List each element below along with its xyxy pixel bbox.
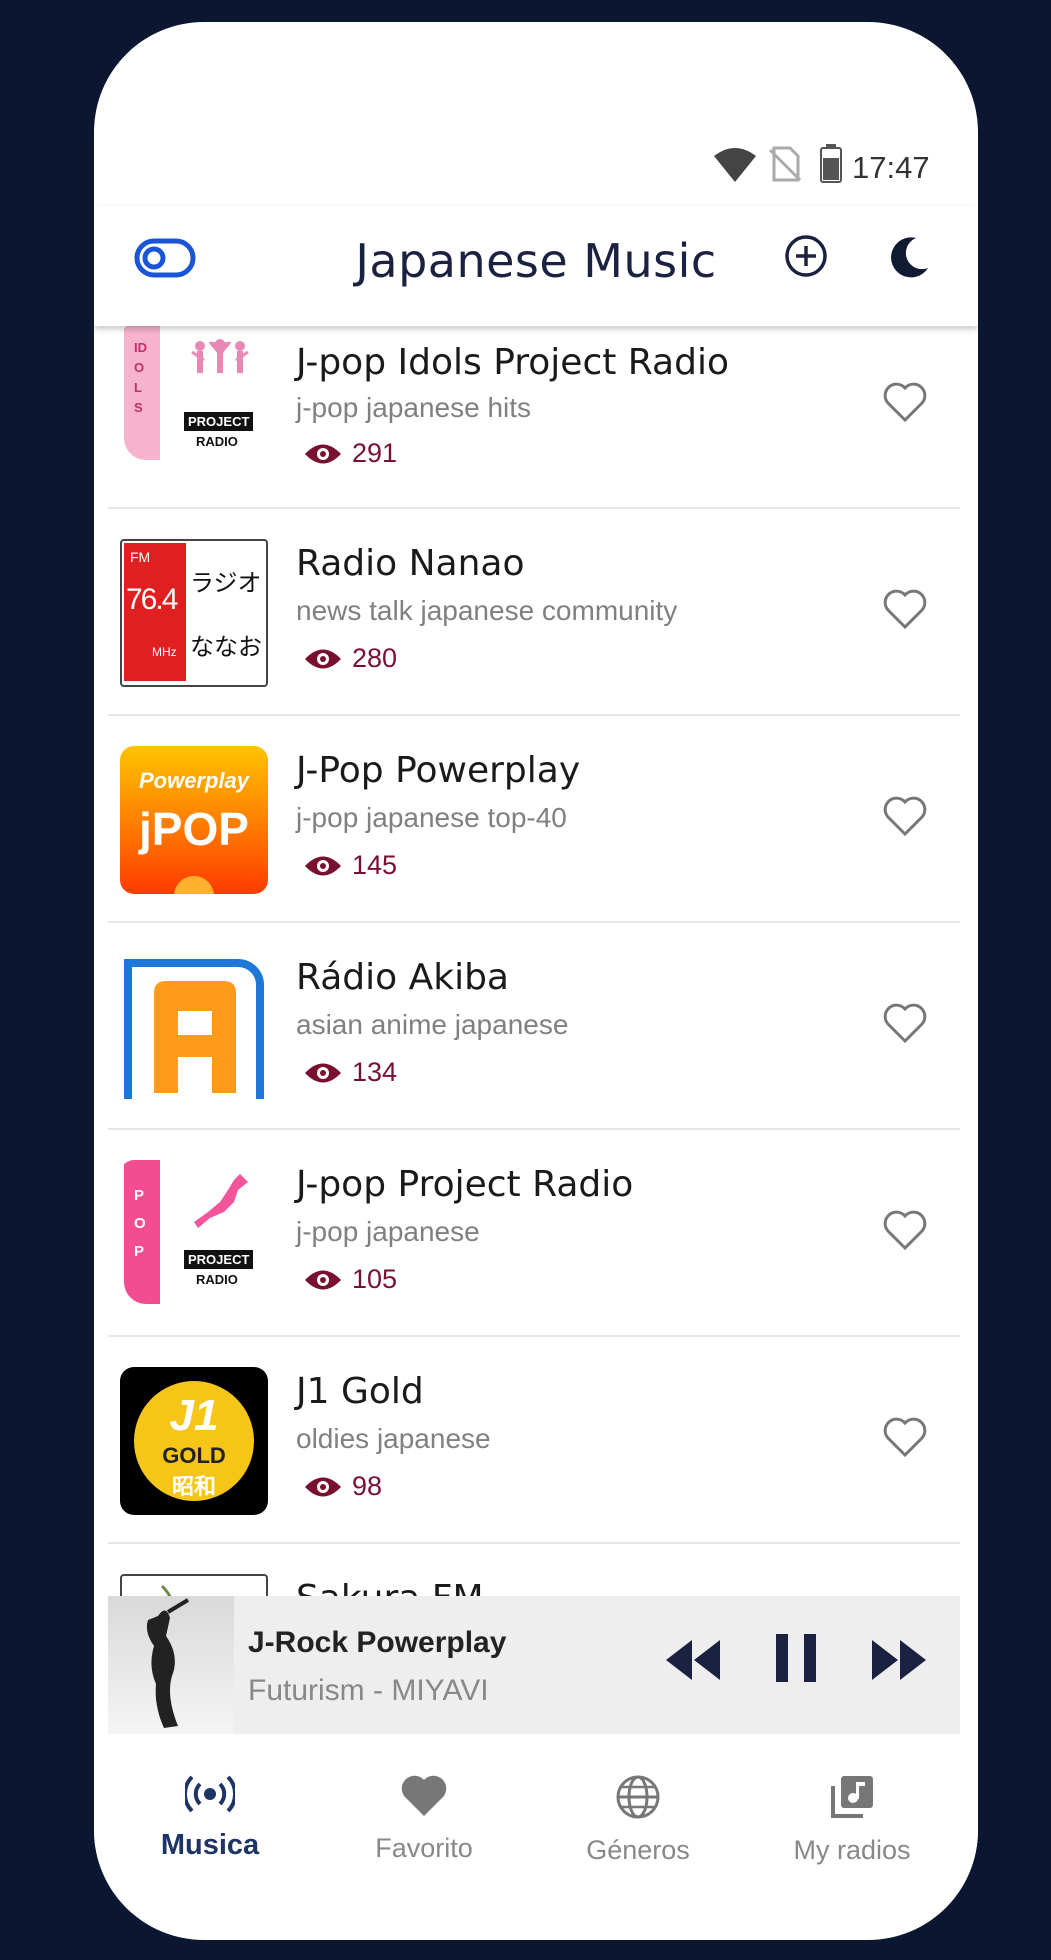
view-count-value: 291 bbox=[352, 438, 398, 468]
logo-text: Powerplay bbox=[138, 768, 250, 793]
logo-text: J1 bbox=[169, 1391, 219, 1440]
favorite-heart-icon[interactable] bbox=[882, 1001, 928, 1045]
nav-item-favorito[interactable]: Favorito bbox=[324, 1774, 524, 1864]
station-tags: oldies japanese bbox=[296, 1423, 491, 1454]
logo-text: 76.4 bbox=[126, 583, 178, 616]
nav-label: Géneros bbox=[586, 1835, 690, 1865]
logo-text: IDOLS bbox=[134, 340, 147, 415]
nav-item-musica[interactable]: Musica bbox=[110, 1774, 310, 1862]
station-tags: j-pop japanese hits bbox=[296, 392, 532, 423]
station-row[interactable]: IDOLS PROJECT RADIO J-pop Idols Project … bbox=[108, 326, 960, 509]
station-row[interactable]: Powerplay jPOP J-Pop Powerplay j-pop jap… bbox=[108, 716, 960, 923]
japan-map-graphic bbox=[194, 1174, 248, 1228]
eye-icon bbox=[305, 444, 341, 463]
eye-icon bbox=[305, 1477, 341, 1496]
radio-icon bbox=[182, 1775, 238, 1813]
no-sim-icon bbox=[768, 146, 802, 182]
akiba-logo-graphic bbox=[124, 959, 264, 1099]
favorite-heart-icon[interactable] bbox=[882, 380, 928, 424]
dancers-graphic bbox=[191, 339, 249, 373]
view-count: 291 bbox=[304, 438, 397, 469]
fast-forward-icon[interactable] bbox=[870, 1638, 928, 1682]
station-tags: j-pop japanese bbox=[296, 1216, 480, 1247]
status-bar: 17:47 bbox=[678, 140, 978, 196]
heart-icon bbox=[401, 1775, 447, 1816]
moon-icon[interactable] bbox=[890, 236, 930, 278]
station-name: Rádio Akiba bbox=[296, 957, 509, 998]
station-row[interactable]: POP PROJECT RADIO J-pop Project Radio j-… bbox=[108, 1130, 960, 1337]
station-name: J-Pop Powerplay bbox=[296, 750, 581, 791]
favorite-heart-icon[interactable] bbox=[882, 794, 928, 838]
music-library-icon bbox=[831, 1776, 873, 1818]
favorite-heart-icon[interactable] bbox=[882, 1208, 928, 1252]
bottom-navigation: Musica Favorito Géneros My radios bbox=[94, 1734, 978, 1914]
station-logo: FM 76.4 MHz ラジオ ななお bbox=[120, 539, 268, 687]
artist-silhouette-graphic bbox=[146, 1598, 190, 1728]
view-count: 105 bbox=[304, 1264, 397, 1295]
nav-label: My radios bbox=[793, 1835, 911, 1865]
favorite-heart-icon[interactable] bbox=[882, 587, 928, 631]
page-title: Japanese Music bbox=[355, 234, 717, 288]
view-count-value: 134 bbox=[352, 1057, 398, 1087]
logo-badge: PROJECT bbox=[184, 1250, 254, 1269]
station-logo: Powerplay jPOP bbox=[120, 746, 268, 894]
station-list: IDOLS PROJECT RADIO J-pop Idols Project … bbox=[94, 326, 978, 1618]
wifi-icon bbox=[714, 148, 756, 182]
view-count: 145 bbox=[304, 850, 397, 881]
logo-sub: RADIO bbox=[196, 434, 238, 449]
station-logo: IDOLS PROJECT RADIO bbox=[120, 326, 268, 472]
nav-label: Favorito bbox=[375, 1833, 473, 1863]
status-time: 17:47 bbox=[852, 150, 930, 185]
logo-sub: RADIO bbox=[196, 1272, 238, 1287]
album-art bbox=[108, 1596, 234, 1734]
station-tags: asian anime japanese bbox=[296, 1009, 569, 1040]
logo-text: 昭和 bbox=[171, 1474, 216, 1499]
eye-icon bbox=[305, 1063, 341, 1082]
now-playing-bar[interactable]: J-Rock Powerplay Futurism - MIYAVI bbox=[108, 1596, 960, 1734]
logo-badge: PROJECT bbox=[184, 412, 254, 431]
eye-icon bbox=[305, 1270, 341, 1289]
station-row[interactable]: FM 76.4 MHz ラジオ ななお Radio Nanao news tal… bbox=[108, 509, 960, 716]
station-name: J-pop Idols Project Radio bbox=[296, 342, 729, 383]
station-logo: A bbox=[120, 953, 268, 1101]
nav-item-my-radios[interactable]: My radios bbox=[752, 1774, 952, 1866]
view-count-value: 98 bbox=[352, 1471, 383, 1501]
battery-icon bbox=[820, 144, 842, 183]
globe-icon bbox=[616, 1775, 660, 1819]
eye-icon bbox=[305, 856, 341, 875]
view-count-value: 105 bbox=[352, 1264, 398, 1294]
logo-text: jPOP bbox=[139, 803, 249, 855]
station-name: Radio Nanao bbox=[296, 543, 525, 584]
view-count: 134 bbox=[304, 1057, 397, 1088]
station-name: J1 Gold bbox=[296, 1371, 424, 1412]
station-logo: POP PROJECT RADIO bbox=[120, 1160, 268, 1308]
app-bar: Japanese Music bbox=[94, 206, 978, 326]
favorite-heart-icon[interactable] bbox=[882, 1415, 928, 1459]
logo-text: FM bbox=[130, 549, 151, 565]
nav-label: Musica bbox=[160, 1829, 260, 1861]
view-count-value: 145 bbox=[352, 850, 398, 880]
rewind-icon[interactable] bbox=[664, 1638, 722, 1682]
logo-text: POP bbox=[134, 1187, 146, 1260]
logo-text: MHz bbox=[152, 645, 177, 659]
logo-text: ななお bbox=[190, 634, 262, 661]
station-logo: J1 GOLD 昭和 bbox=[120, 1367, 268, 1515]
view-count: 98 bbox=[304, 1471, 382, 1502]
logo-text: GOLD bbox=[162, 1443, 226, 1468]
phone-screen: 17:47 Japanese Music IDOLS PROJECT RADIO… bbox=[94, 22, 978, 1940]
station-row[interactable]: J1 GOLD 昭和 J1 Gold oldies japanese 98 bbox=[108, 1337, 960, 1544]
station-tags: news talk japanese community bbox=[296, 595, 678, 626]
view-count-value: 280 bbox=[352, 643, 398, 673]
station-tags: j-pop japanese top-40 bbox=[296, 802, 567, 833]
now-playing-track: Futurism - MIYAVI bbox=[248, 1674, 489, 1707]
logo-text: ラジオ bbox=[190, 570, 262, 597]
pause-icon[interactable] bbox=[774, 1632, 818, 1684]
station-row[interactable]: A Rádio Akiba asian anime japanese 134 bbox=[108, 923, 960, 1130]
now-playing-station: J-Rock Powerplay bbox=[248, 1626, 507, 1659]
nav-item-generos[interactable]: Géneros bbox=[538, 1774, 738, 1866]
add-circle-icon[interactable] bbox=[784, 234, 828, 278]
station-name: J-pop Project Radio bbox=[296, 1164, 634, 1205]
view-count: 280 bbox=[304, 643, 397, 674]
eye-icon bbox=[305, 649, 341, 668]
